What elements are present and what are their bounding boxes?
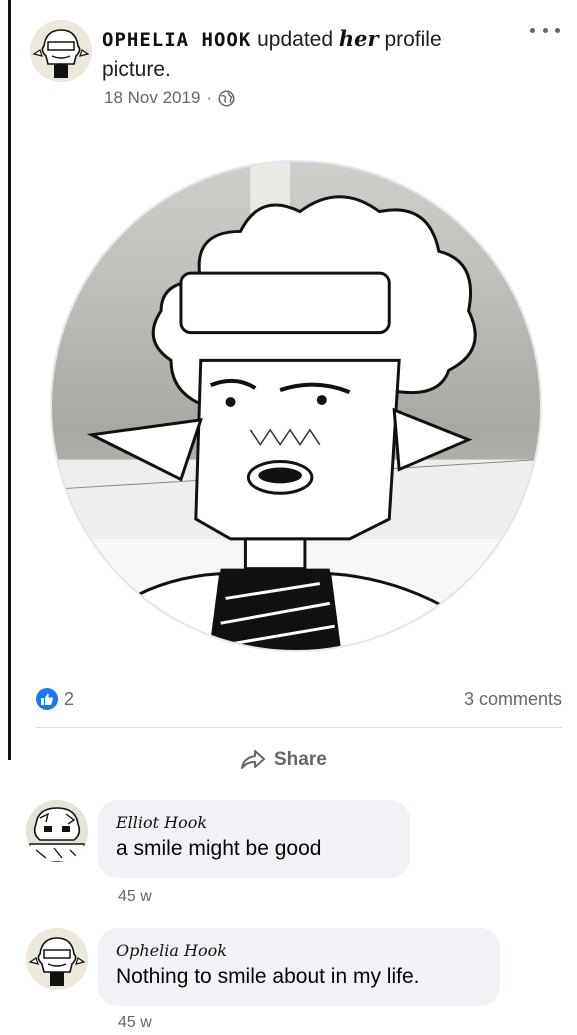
comment-timestamp[interactable]: 45 w (118, 1014, 152, 1032)
commenter-avatar[interactable] (26, 800, 88, 862)
author-avatar[interactable] (30, 20, 92, 82)
post-title: OPHELIA HOOK updated her profile picture… (102, 24, 482, 85)
post-meta: 18 Nov 2019 · (104, 88, 235, 108)
post-date[interactable]: 18 Nov 2019 (104, 88, 200, 108)
more-options-icon[interactable] (530, 20, 560, 40)
like-count[interactable]: 2 (36, 688, 74, 710)
share-label: Share (274, 749, 327, 770)
author-name-link[interactable]: OPHELIA HOOK (102, 29, 251, 51)
comment-item: Ophelia Hook Nothing to smile about in m… (26, 928, 566, 1035)
share-button[interactable]: Share (240, 744, 327, 776)
divider (36, 727, 562, 728)
comment-timestamp[interactable]: 45 w (118, 888, 152, 906)
comments-count-link[interactable]: 3 comments (464, 689, 562, 710)
meta-separator: · (206, 88, 213, 107)
pronoun-text: her (338, 26, 379, 51)
share-icon (240, 749, 266, 771)
comment-text: a smile might be good (116, 837, 322, 860)
profile-picture[interactable] (50, 160, 542, 652)
comment-bubble: Ophelia Hook Nothing to smile about in m… (98, 928, 500, 1006)
post-header: OPHELIA HOOK updated her profile picture… (30, 16, 560, 116)
like-icon (36, 688, 58, 710)
comment-author[interactable]: Elliot Hook (116, 812, 392, 834)
comment-item: Elliot Hook a smile might be good 45 w (26, 800, 566, 920)
comment-author[interactable]: Ophelia Hook (116, 940, 482, 962)
commenter-avatar[interactable] (26, 928, 88, 990)
globe-icon (218, 90, 235, 107)
left-border-line (8, 0, 11, 760)
comment-text: Nothing to smile about in my life. (116, 965, 420, 988)
comment-bubble: Elliot Hook a smile might be good (98, 800, 410, 878)
reactions-row: 2 3 comments (36, 686, 562, 712)
action-text: updated (257, 28, 334, 51)
like-count-value: 2 (64, 688, 75, 709)
